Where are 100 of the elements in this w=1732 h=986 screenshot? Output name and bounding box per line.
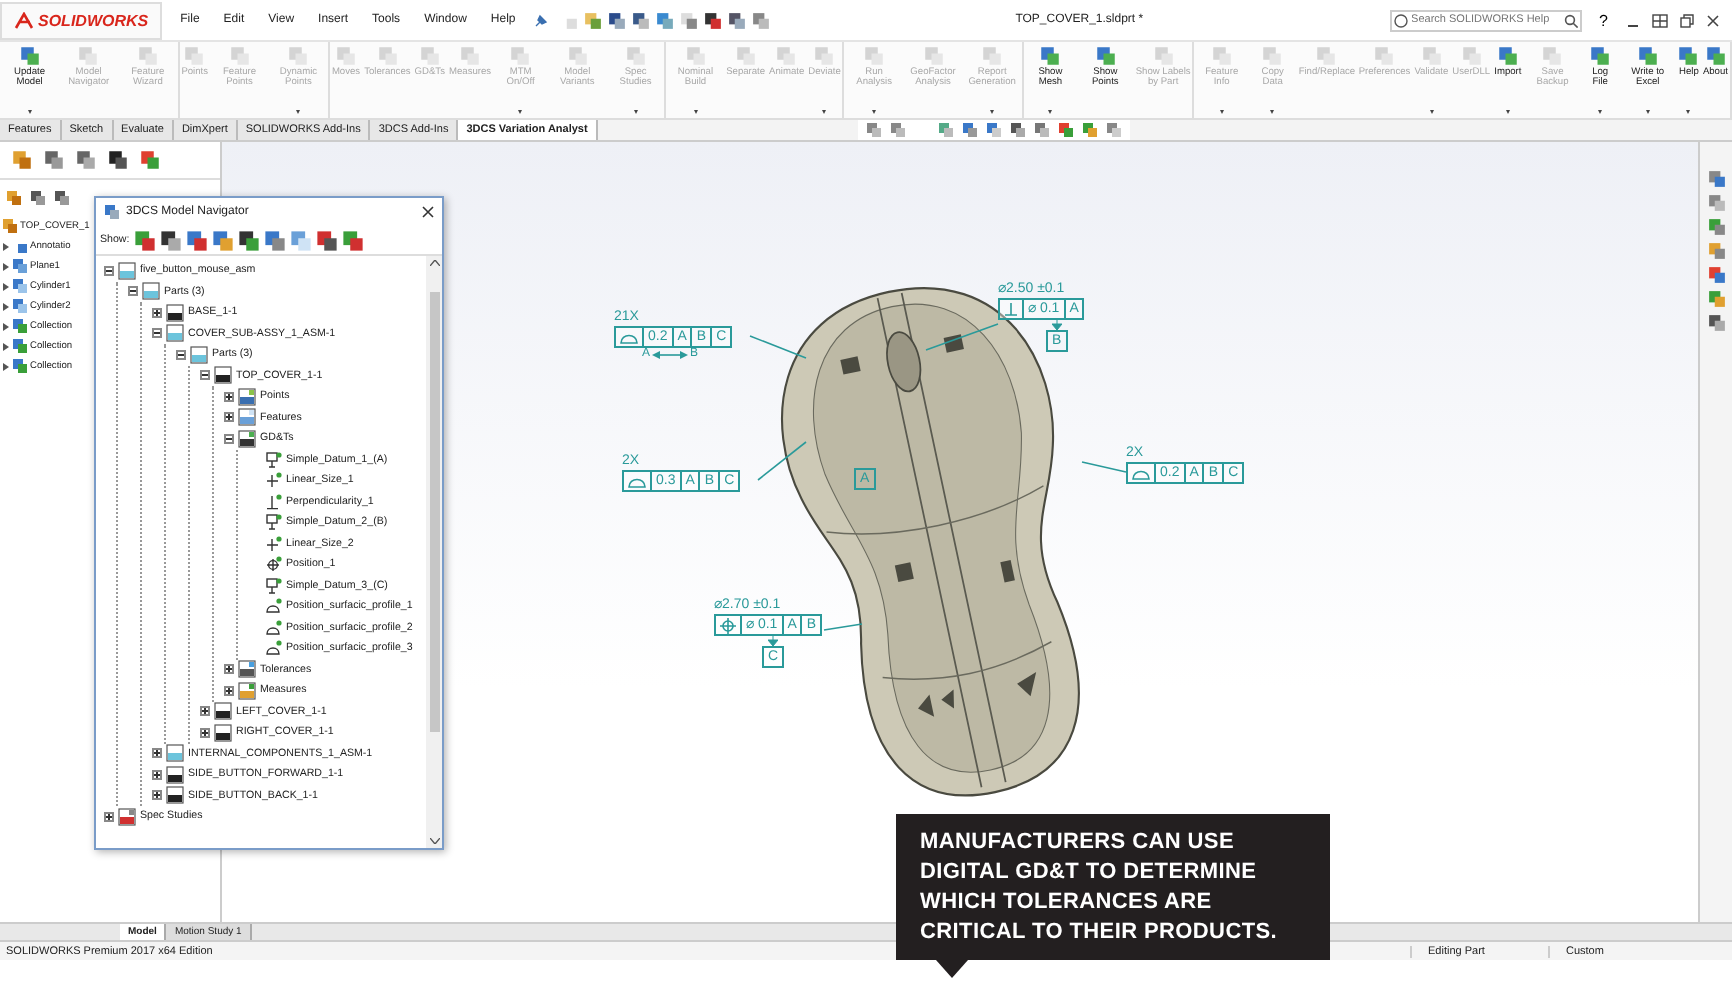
tool-icon (776, 46, 797, 66)
scrollbar[interactable] (426, 256, 442, 848)
ds-logo-icon (14, 11, 34, 29)
leader-line (925, 323, 999, 351)
expand-toggle[interactable] (152, 769, 162, 780)
restore-icon[interactable] (1680, 13, 1694, 27)
surface-profile-icon (628, 475, 646, 487)
tool-icon (1590, 46, 1611, 66)
callout-pointer (936, 960, 968, 978)
tool-icon (78, 46, 99, 66)
close-icon (422, 206, 434, 218)
tile-windows-icon[interactable] (1652, 13, 1668, 27)
tool-icon (229, 46, 250, 66)
position-icon (266, 556, 282, 573)
expand-toggle[interactable] (224, 685, 234, 696)
expand-toggle[interactable] (152, 328, 162, 339)
asm-icon (190, 345, 208, 364)
datum-triangle-icon (768, 636, 779, 646)
surface-profile-icon (1132, 467, 1150, 479)
tool-icon (1095, 46, 1116, 66)
tool-icon (460, 46, 481, 66)
linear-size-icon (266, 472, 282, 489)
tool-icon (1678, 46, 1699, 66)
expand-toggle[interactable] (200, 727, 210, 738)
tool-icon (510, 46, 531, 66)
tool-icon (137, 46, 158, 66)
tool-icon (814, 46, 835, 66)
leader-line (749, 335, 807, 359)
tool-icon (735, 46, 756, 66)
expand-toggle[interactable] (224, 391, 234, 402)
expand-toggle[interactable] (152, 307, 162, 318)
close-icon[interactable] (1706, 13, 1720, 27)
scroll-up-icon[interactable] (429, 260, 439, 266)
spec-icon (118, 807, 136, 826)
expand-toggle[interactable] (128, 286, 138, 297)
search-icon (1563, 13, 1578, 27)
surface-profile-icon (266, 598, 282, 615)
help-button[interactable]: ? (1593, 9, 1614, 31)
tool-icon (19, 46, 40, 66)
expand-toggle[interactable] (176, 349, 186, 360)
tool-icon (1461, 46, 1482, 66)
tool-icon (336, 46, 356, 66)
asm-icon (142, 282, 160, 301)
surface-profile-icon (620, 331, 638, 343)
tool-icon (1705, 46, 1726, 66)
leader-line (1081, 461, 1127, 473)
tool-icon (1040, 46, 1061, 66)
expand-toggle[interactable] (224, 412, 234, 423)
pin-icon[interactable] (533, 13, 548, 27)
expand-toggle[interactable] (152, 748, 162, 759)
caption-callout: MANUFACTURERS CAN USE DIGITAL GD&T TO DETERMINE WHICH TOLERANCES ARE CRITICAL TO THEIR PRODUCTS. (896, 814, 1330, 960)
tool-icon (1316, 46, 1337, 66)
tool-icon (377, 46, 398, 66)
perpendicularity-icon (266, 493, 282, 510)
points-icon (238, 387, 256, 406)
tolerances-icon (238, 660, 256, 679)
measures-icon (238, 681, 256, 700)
leader-line (823, 623, 863, 631)
close-button[interactable] (422, 206, 434, 218)
linear-size-icon (266, 535, 282, 552)
tool-icon (1542, 46, 1563, 66)
tool-icon (625, 46, 646, 66)
datum-icon (266, 577, 282, 594)
leader-line (757, 441, 807, 481)
tool-icon (923, 46, 944, 66)
tool-icon (1421, 46, 1442, 66)
tool-icon (567, 46, 588, 66)
datum-triangle-icon (1051, 320, 1062, 330)
double-arrow-icon (652, 349, 689, 359)
tool-icon (1211, 46, 1232, 66)
help-circle-icon (1393, 13, 1408, 27)
expand-toggle[interactable] (224, 433, 234, 444)
tool-icon (864, 46, 885, 66)
asm-icon (166, 324, 184, 343)
position-icon (720, 617, 736, 633)
expand-toggle[interactable] (104, 265, 114, 276)
tool-icon (1153, 46, 1174, 66)
tool-icon (1497, 46, 1518, 66)
scroll-down-icon[interactable] (429, 838, 439, 844)
logo[interactable]: SOLIDWORKS (0, 1, 163, 39)
datum-icon (266, 451, 282, 468)
expand-toggle[interactable] (224, 664, 234, 675)
tool-icon (1374, 46, 1395, 66)
expand-toggle[interactable] (200, 370, 210, 381)
tool-icon (1262, 46, 1283, 66)
asm-icon (166, 744, 184, 763)
tool-icon (685, 46, 706, 66)
surface-profile-icon (266, 640, 282, 657)
tool-icon (288, 46, 309, 66)
expand-toggle[interactable] (152, 790, 162, 801)
datum-icon (266, 514, 282, 531)
expand-toggle[interactable] (104, 811, 114, 822)
perpendicularity-icon (1004, 302, 1018, 316)
tool-icon (419, 46, 440, 66)
tool-icon (1637, 46, 1658, 66)
gdt-icon (238, 429, 256, 448)
surface-profile-icon (266, 619, 282, 636)
asm-icon (118, 261, 136, 280)
tool-icon (184, 46, 205, 66)
expand-toggle[interactable] (200, 706, 210, 717)
